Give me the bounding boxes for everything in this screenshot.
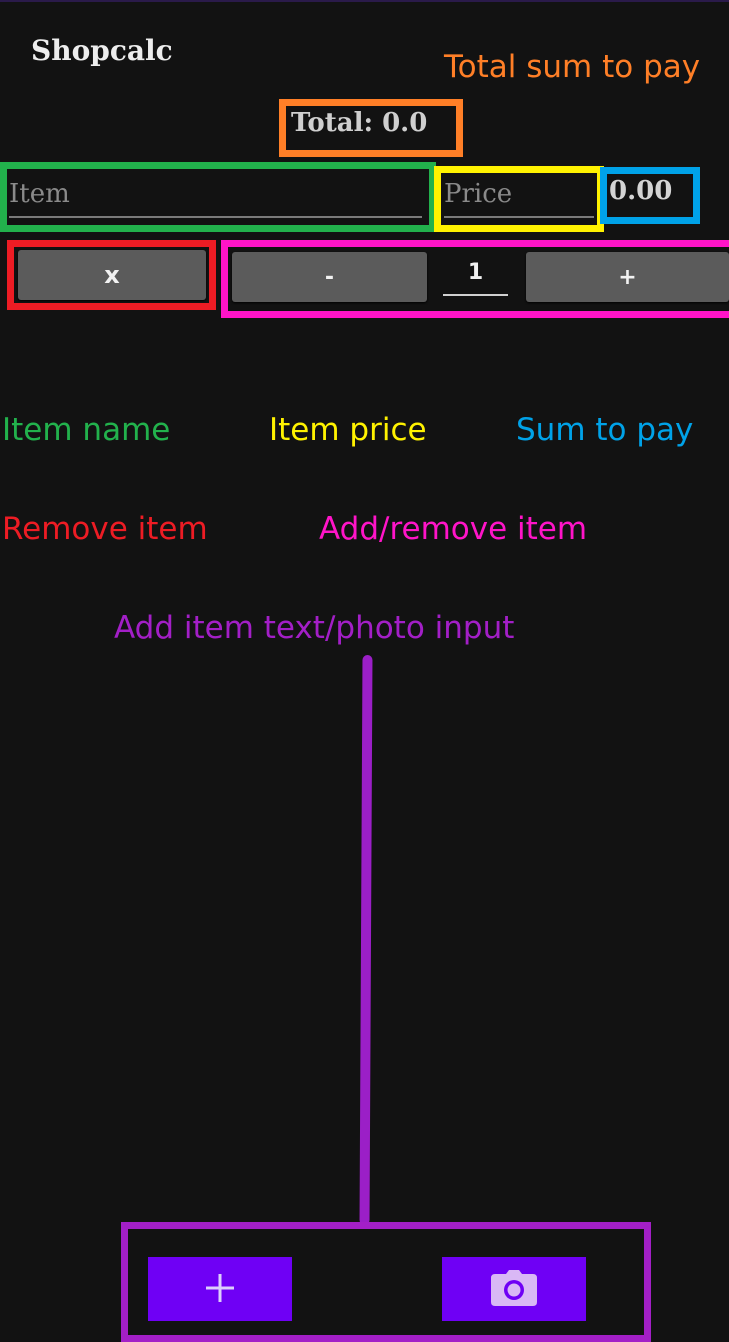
item-name-annotation-box [0, 162, 436, 232]
annotation-item-price: Item price [269, 412, 427, 448]
sum-annotation-box [600, 167, 700, 224]
annotation-item-name: Item name [2, 412, 171, 448]
status-strip [0, 0, 729, 2]
annotation-connector-line [359, 655, 373, 1225]
item-price-annotation-box [434, 166, 604, 232]
annotation-total-sum: Total sum to pay [444, 49, 701, 85]
remove-item-annotation-box [7, 240, 216, 310]
annotation-add-remove-item: Add/remove item [319, 511, 588, 547]
annotation-sum-to-pay: Sum to pay [516, 412, 694, 448]
app-title: Shopcalc [31, 34, 173, 67]
add-item-input-annotation-box [121, 1222, 651, 1342]
total-annotation-box [279, 99, 463, 157]
quantity-annotation-box [221, 240, 729, 318]
annotation-remove-item: Remove item [2, 511, 208, 547]
annotation-add-item-input: Add item text/photo input [114, 610, 515, 646]
